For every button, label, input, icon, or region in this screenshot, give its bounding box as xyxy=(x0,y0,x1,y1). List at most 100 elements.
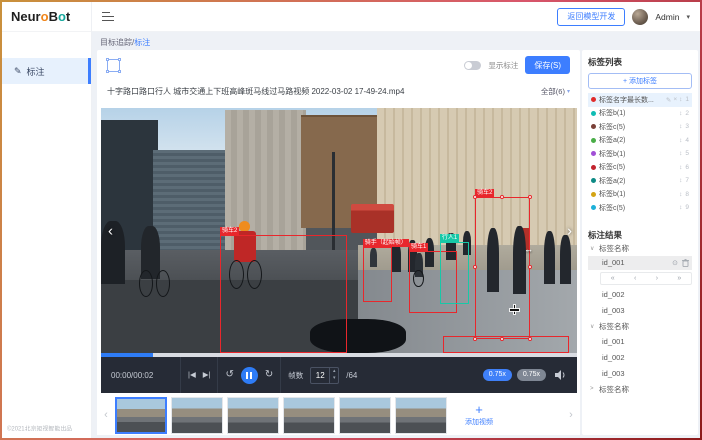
page-prev-icon[interactable]: ‹ xyxy=(634,275,636,282)
video-thumbnail[interactable] xyxy=(171,397,223,434)
scene-pedestrian xyxy=(560,235,570,284)
video-thumbnail[interactable] xyxy=(395,397,447,434)
stepper-up-icon[interactable]: ▴ xyxy=(330,368,338,376)
user-name[interactable]: Admin xyxy=(655,12,679,22)
rect-draw-tool-icon[interactable] xyxy=(107,59,120,72)
result-item[interactable]: id_001 ⊙ xyxy=(588,256,692,270)
label-name: 标签a(2) xyxy=(599,176,676,186)
pause-button[interactable] xyxy=(241,367,258,384)
result-item[interactable]: id_002 xyxy=(588,350,692,366)
resize-handle[interactable] xyxy=(500,195,504,199)
add-video-label: 添加视频 xyxy=(465,417,493,427)
label-item[interactable]: 标签b(1) ↕ 8 xyxy=(588,188,692,202)
page-next-icon[interactable]: › xyxy=(656,275,658,282)
sort-icon[interactable]: ↕ xyxy=(679,191,682,198)
label-item[interactable]: 标签c(5) ↕ 3 xyxy=(588,120,692,134)
sort-icon[interactable]: ↕ xyxy=(679,150,682,157)
trash-icon[interactable] xyxy=(682,259,689,267)
forward-10-icon[interactable]: ↻ xyxy=(265,370,273,380)
video-prev-chevron-icon[interactable]: ‹ xyxy=(108,223,113,238)
resize-handle[interactable] xyxy=(473,265,477,269)
bbox-rider-startframe[interactable]: 骑手（起始帧） xyxy=(363,247,392,302)
annotation-toolbar: 显示标注 保存(S) xyxy=(97,50,580,80)
bbox-cyclist2-selected[interactable]: 骑车2 xyxy=(475,197,530,339)
result-group[interactable]: ∨ 标签名称 xyxy=(588,319,692,334)
label-shortcut: 4 xyxy=(685,137,689,144)
user-caret-icon[interactable]: ▾ xyxy=(686,13,690,21)
sort-icon[interactable]: ↕ xyxy=(679,96,682,103)
label-color-dot xyxy=(591,124,596,129)
results-title: 标注结果 xyxy=(588,229,692,241)
back-to-model-dev-button[interactable]: 返回模型开发 xyxy=(557,8,625,26)
result-item-id: id_003 xyxy=(602,306,625,315)
bbox-label: 骑车1 xyxy=(409,243,428,251)
filmstrip-prev-icon[interactable]: ‹ xyxy=(101,409,111,421)
bbox-pedestrian1[interactable]: 行人1 xyxy=(440,242,469,304)
bbox-cyclist2[interactable]: 骑车2 xyxy=(220,235,347,353)
app-logo: NeuroBot xyxy=(2,2,91,32)
speed-pill-active[interactable]: 0.75x xyxy=(483,369,512,381)
label-item[interactable]: 标签c(5) ↕ 9 xyxy=(588,201,692,215)
video-canvas[interactable]: 骑车2 骑车1 骑手（起始帧） 行人1 骑车2 xyxy=(101,108,577,353)
result-item[interactable]: id_003 xyxy=(588,366,692,382)
delete-icon[interactable]: × xyxy=(673,96,677,103)
avatar[interactable] xyxy=(632,9,648,25)
result-group-name: 标签名称 xyxy=(599,384,629,395)
label-item[interactable]: 标签b(1) ↕ 5 xyxy=(588,147,692,161)
label-shortcut: 8 xyxy=(685,191,689,198)
label-item[interactable]: 标签a(2) ↕ 4 xyxy=(588,134,692,148)
frame-number-input[interactable]: 12 ▴ ▾ xyxy=(310,367,339,384)
sort-icon[interactable]: ↕ xyxy=(679,164,682,171)
visibility-icon[interactable]: ⊙ xyxy=(672,259,678,267)
add-video-button[interactable]: + 添加视频 xyxy=(451,395,507,435)
result-group[interactable]: ∨ 标签名称 xyxy=(588,241,692,256)
next-frame-icon[interactable]: ▶| xyxy=(203,371,211,379)
bbox-label: 骑车2 xyxy=(475,189,494,197)
label-item[interactable]: 标签b(1) ↕ 2 xyxy=(588,107,692,121)
logo-text: t xyxy=(66,9,70,24)
filmstrip-next-icon[interactable]: › xyxy=(566,409,576,421)
sort-icon[interactable]: ↕ xyxy=(679,123,682,130)
breadcrumb-parent[interactable]: 目标追踪 xyxy=(100,38,132,47)
label-item[interactable]: 标签名字最长数... ✎ × ↕ 1 xyxy=(588,93,692,107)
label-item[interactable]: 标签a(2) ↕ 7 xyxy=(588,174,692,188)
speed-pill-option[interactable]: 0.75x xyxy=(517,369,546,381)
sort-icon[interactable]: ↕ xyxy=(679,204,682,211)
result-item-id: id_002 xyxy=(602,290,625,299)
sort-icon[interactable]: ↕ xyxy=(679,110,682,117)
edit-icon[interactable]: ✎ xyxy=(666,96,671,104)
result-item[interactable]: id_003 xyxy=(588,303,692,319)
time-display: 00:00/00:02 xyxy=(111,371,173,380)
label-item[interactable]: 标签c(5) ↕ 6 xyxy=(588,161,692,175)
result-group[interactable]: > 标签名称 xyxy=(588,382,692,397)
prev-frame-icon[interactable]: |◀ xyxy=(188,371,196,379)
video-next-chevron-icon[interactable]: › xyxy=(567,223,572,238)
result-item[interactable]: id_002 xyxy=(588,287,692,303)
label-name: 标签b(1) xyxy=(599,108,676,118)
bbox-foreground-bike[interactable] xyxy=(443,336,569,353)
rewind-10-icon[interactable]: ↺ xyxy=(225,370,233,380)
page-first-icon[interactable]: « xyxy=(611,275,615,282)
frame-number-value[interactable]: 12 xyxy=(311,368,329,383)
video-thumbnail[interactable] xyxy=(115,397,167,434)
stepper-down-icon[interactable]: ▾ xyxy=(330,375,338,383)
frame-stepper[interactable]: ▴ ▾ xyxy=(329,368,338,383)
tree-open-icon: ∨ xyxy=(590,323,596,330)
sort-icon[interactable]: ↕ xyxy=(679,137,682,144)
sort-icon[interactable]: ↕ xyxy=(679,177,682,184)
add-label-button[interactable]: + 添加标签 xyxy=(588,73,692,89)
menu-fold-icon[interactable] xyxy=(102,12,114,22)
result-item[interactable]: id_001 xyxy=(588,334,692,350)
video-thumbnail[interactable] xyxy=(227,397,279,434)
save-button[interactable]: 保存(S) xyxy=(525,56,570,74)
video-thumbnail[interactable] xyxy=(283,397,335,434)
video-thumbnail[interactable] xyxy=(339,397,391,434)
volume-icon[interactable] xyxy=(555,370,567,380)
show-annotation-toggle[interactable] xyxy=(464,61,481,70)
sidebar: NeuroBot ✎ 标注 ©2021北京矩视智能出品 xyxy=(2,2,92,438)
filter-dropdown[interactable]: 全部(6) ▾ xyxy=(541,86,570,97)
resize-handle[interactable] xyxy=(473,195,477,199)
sidebar-item-annotate[interactable]: ✎ 标注 xyxy=(2,58,91,84)
bbox-label: 骑车2 xyxy=(220,227,239,235)
page-last-icon[interactable]: » xyxy=(677,275,681,282)
